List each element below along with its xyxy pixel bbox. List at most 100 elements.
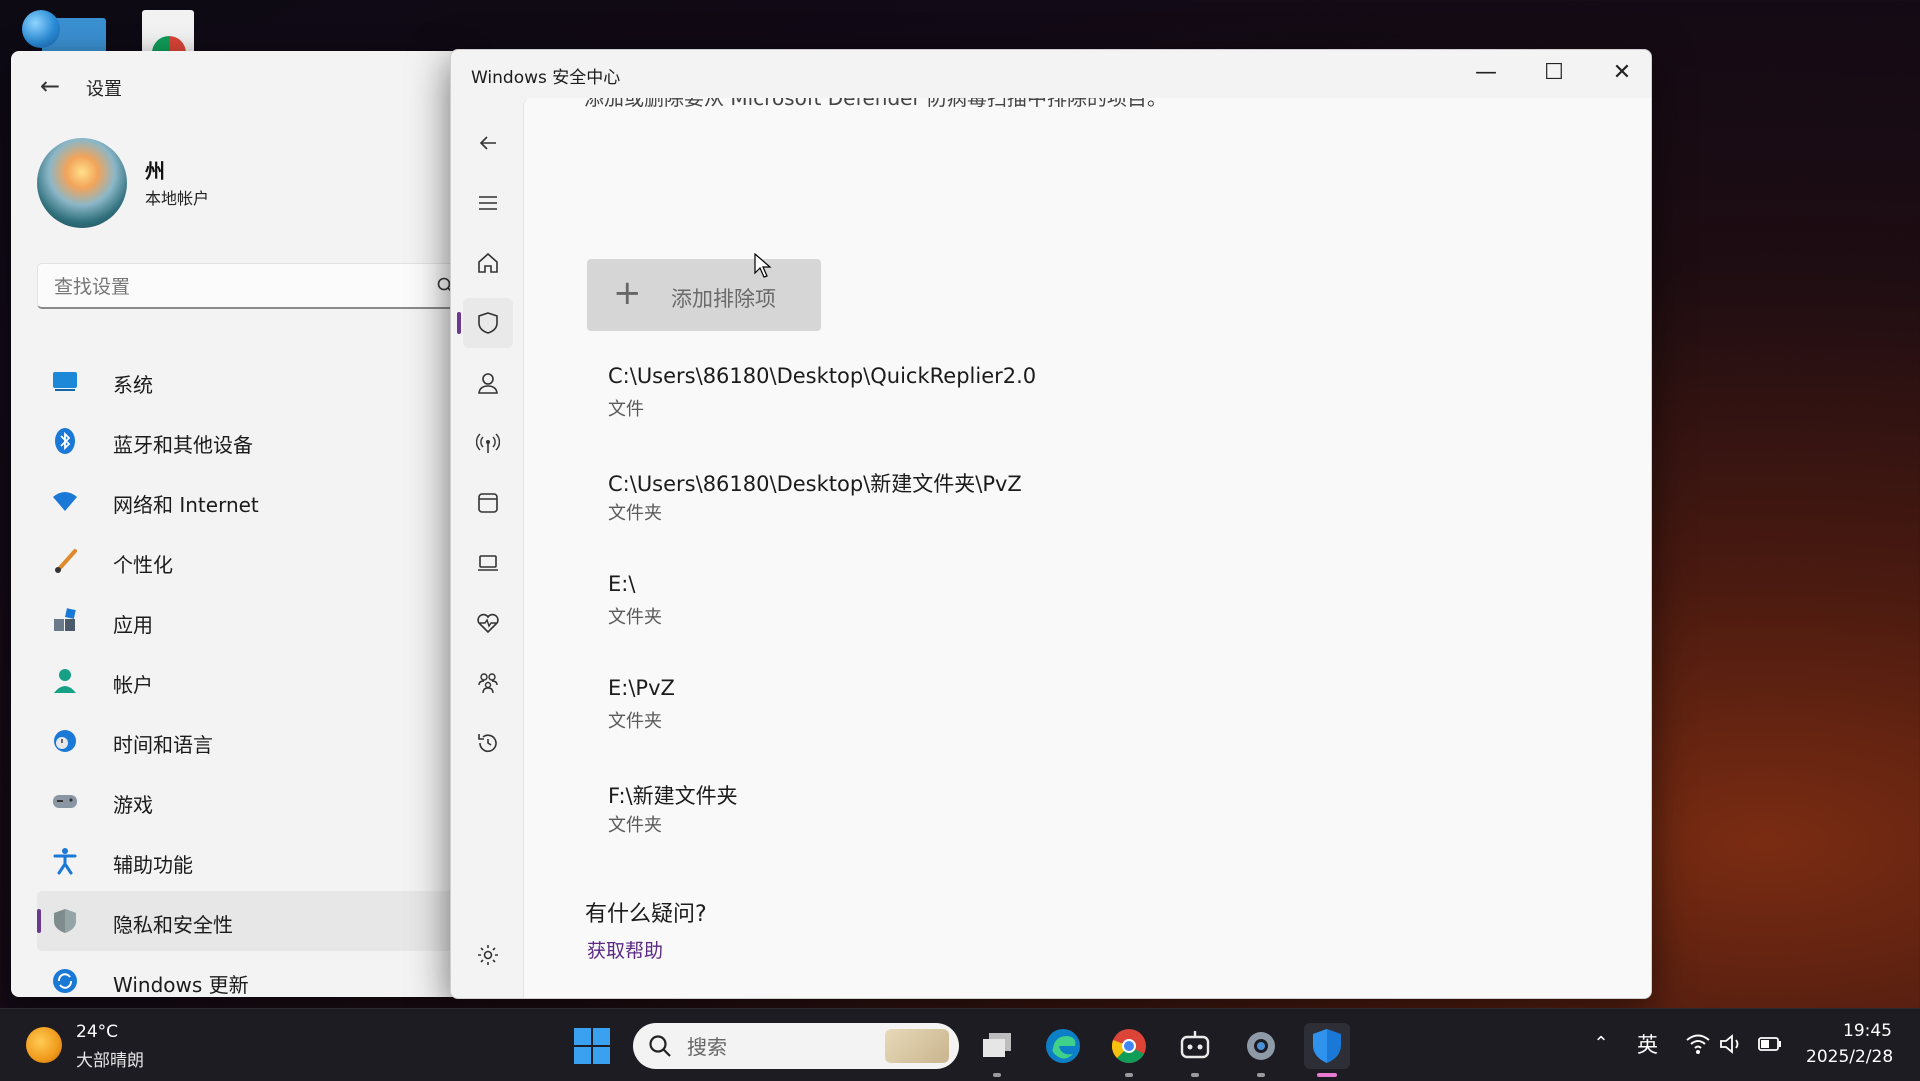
exclusion-item[interactable]: E:\PvZ 文件夹 <box>608 676 1508 780</box>
weather-moon-icon[interactable] <box>26 1027 62 1063</box>
user-name: 州 <box>145 159 165 183</box>
windows-security-window: Windows 安全中心 — ☐ ✕ 添加或删除要从 Microsoft Def… <box>450 49 1652 999</box>
nav-item-windows-update[interactable]: Windows 更新 <box>37 951 461 997</box>
exclusion-path: E:\PvZ <box>608 676 675 700</box>
nav-item-bluetooth[interactable]: 蓝牙和其他设备 <box>37 411 461 471</box>
brush-icon <box>55 549 77 573</box>
add-exclusion-button[interactable]: + 添加排除项 <box>587 259 821 331</box>
weather-temperature[interactable]: 24°C <box>76 1022 118 1042</box>
nav-item-gaming[interactable]: 游戏 <box>37 771 461 831</box>
exclusion-type: 文件夹 <box>608 607 662 628</box>
nav-rail <box>451 98 523 998</box>
system-icon <box>53 372 77 391</box>
edge-app[interactable] <box>1040 1023 1086 1069</box>
close-button[interactable]: ✕ <box>1589 50 1651 98</box>
protection-history-button[interactable] <box>463 718 513 768</box>
get-help-link[interactable]: 获取帮助 <box>587 936 663 963</box>
hamburger-icon <box>479 196 497 210</box>
nav-item-accounts[interactable]: 帐户 <box>37 651 461 711</box>
gear-icon <box>478 945 498 965</box>
exclusion-item[interactable]: C:\Users\86180\Desktop\新建文件夹\PvZ 文件夹 <box>608 468 1508 572</box>
taskbar-search-input[interactable] <box>685 1033 869 1061</box>
nav-label: 网络和 Internet <box>113 493 259 517</box>
avatar[interactable] <box>37 138 127 228</box>
exclusion-item[interactable]: F:\新建文件夹 文件夹 <box>608 780 1508 884</box>
virus-protection-button[interactable] <box>457 298 513 348</box>
clock-date[interactable]: 2025/2/28 <box>1806 1047 1893 1067</box>
home-button[interactable] <box>463 238 513 288</box>
person-icon <box>478 373 498 394</box>
wireless-signal-icon <box>476 433 500 453</box>
desktop-chrome-shortcut-icon[interactable] <box>142 6 210 70</box>
input-language[interactable]: 英 <box>1637 1029 1658 1059</box>
taskbar-search[interactable] <box>633 1023 959 1069</box>
page-description: 添加或删除要从 Microsoft Defender 防病毒扫描中排除的项目。 <box>584 98 1168 110</box>
mouse-cursor-icon <box>754 253 772 278</box>
settings-button[interactable] <box>463 930 513 980</box>
nav-item-privacy-security[interactable]: 隐私和安全性 <box>37 891 461 951</box>
settings-search[interactable] <box>37 263 457 309</box>
nav-item-apps[interactable]: 应用 <box>37 591 461 651</box>
accessibility-icon <box>53 848 77 875</box>
chevron-up-icon[interactable]: ⌃ <box>1588 1031 1614 1057</box>
settings-app[interactable] <box>1238 1023 1284 1077</box>
exclusion-type: 文件 <box>608 399 644 420</box>
nav-item-accessibility[interactable]: 辅助功能 <box>37 831 461 891</box>
back-arrow-icon <box>479 136 496 150</box>
task-view-app[interactable] <box>974 1023 1020 1077</box>
wifi-icon[interactable] <box>1685 1031 1711 1057</box>
settings-search-input[interactable] <box>52 272 396 302</box>
maximize-button[interactable]: ☐ <box>1521 50 1587 98</box>
bluetooth-icon <box>55 428 75 454</box>
task-view-icon <box>983 1033 1011 1057</box>
settings-title: 设置 <box>86 79 122 100</box>
add-exclusion-label: 添加排除项 <box>671 287 776 311</box>
shield-icon <box>54 909 76 933</box>
nav-item-time-language[interactable]: 时间和语言 <box>37 711 461 771</box>
menu-button[interactable] <box>463 178 513 228</box>
bot-app[interactable] <box>1172 1023 1218 1077</box>
history-icon <box>478 734 497 753</box>
weather-description[interactable]: 大部晴朗 <box>76 1046 144 1071</box>
settings-window: ← 设置 州 本地帐户 系统 蓝牙和其他设备 网络和 Internet 个性化 … <box>11 51 461 997</box>
exclusion-type: 文件夹 <box>608 815 662 836</box>
clock-time[interactable]: 19:45 <box>1843 1021 1892 1041</box>
exclusion-path: C:\Users\86180\Desktop\QuickReplier2.0 <box>608 364 1037 388</box>
desktop-globe-icon[interactable] <box>20 6 106 58</box>
firewall-network-button[interactable] <box>463 418 513 468</box>
account-type: 本地帐户 <box>145 189 210 208</box>
title-bar[interactable]: Windows 安全中心 — ☐ ✕ <box>451 50 1651 98</box>
faq-heading: 有什么疑问? <box>585 902 707 927</box>
minimize-button[interactable]: — <box>1453 50 1519 98</box>
windows-start-icon[interactable] <box>573 1027 611 1065</box>
battery-icon[interactable] <box>1757 1031 1783 1057</box>
device-security-button[interactable] <box>463 538 513 588</box>
update-icon <box>53 969 77 993</box>
exclusion-item[interactable]: C:\Users\86180\Desktop\QuickReplier2.0 文… <box>608 364 1508 468</box>
edge-icon <box>1046 1029 1080 1063</box>
exclusion-path: E:\ <box>608 572 636 596</box>
gamepad-icon <box>53 795 77 808</box>
settings-nav: 系统 蓝牙和其他设备 网络和 Internet 个性化 应用 帐户 时间和语言 <box>37 351 461 997</box>
volume-icon[interactable] <box>1718 1031 1744 1057</box>
nav-label: 时间和语言 <box>113 733 213 757</box>
family-options-button[interactable] <box>463 658 513 708</box>
window-title: Windows 安全中心 <box>471 68 621 88</box>
laptop-icon <box>478 555 498 571</box>
nav-item-personalization[interactable]: 个性化 <box>37 531 461 591</box>
windows-security-app[interactable] <box>1304 1023 1350 1077</box>
account-icon <box>54 669 76 693</box>
nav-item-system[interactable]: 系统 <box>37 351 461 411</box>
robot-icon <box>1180 1031 1210 1059</box>
back-arrow-icon[interactable]: ← <box>35 71 65 101</box>
chrome-icon <box>1111 1029 1146 1063</box>
app-browser-control-button[interactable] <box>463 478 513 528</box>
nav-item-network[interactable]: 网络和 Internet <box>37 471 461 531</box>
nav-label: Windows 更新 <box>113 973 249 997</box>
device-health-button[interactable] <box>463 598 513 648</box>
account-protection-button[interactable] <box>463 358 513 408</box>
chrome-app[interactable] <box>1106 1023 1152 1077</box>
back-button[interactable] <box>463 118 513 168</box>
nav-label: 蓝牙和其他设备 <box>113 433 253 457</box>
exclusion-item[interactable]: E:\ 文件夹 <box>608 572 1508 676</box>
